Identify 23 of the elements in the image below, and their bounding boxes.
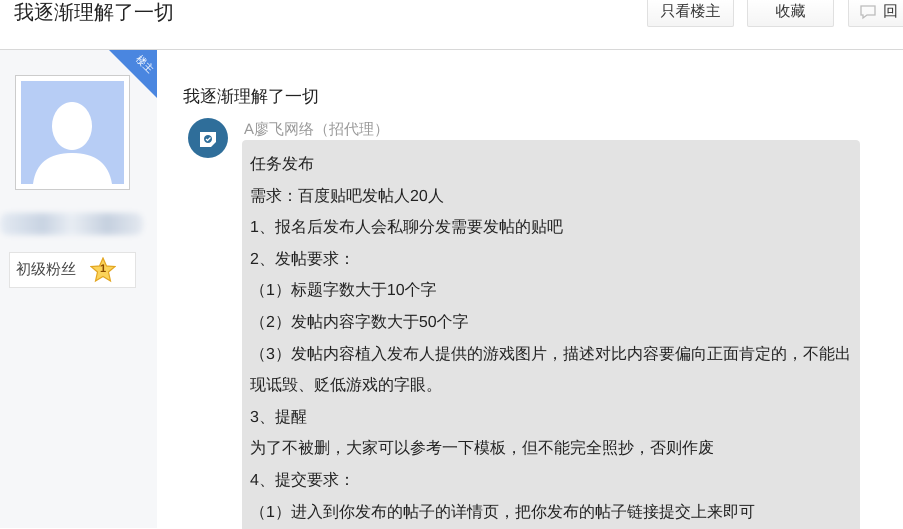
toolbar-button[interactable]: 只看楼主 bbox=[647, 0, 734, 27]
sender-name: A廖飞网络（招代理） bbox=[244, 120, 390, 140]
level-star-icon: 1 bbox=[90, 257, 116, 283]
thread-title: 我逐渐理解了一切 bbox=[14, 1, 174, 26]
message-line: 需求：百度贴吧发帖人20人 bbox=[250, 186, 445, 207]
message-line: 3、提醒 bbox=[250, 408, 308, 428]
message-line: （2）发帖内容字数大于50个字 bbox=[250, 312, 470, 333]
sender-avatar-icon[interactable] bbox=[188, 118, 228, 158]
message-line: 1、报名后发布人会私聊分发需要发帖的贴吧 bbox=[250, 218, 564, 238]
user-silhouette-icon bbox=[21, 81, 124, 184]
level-name: 初级粉丝 bbox=[16, 260, 76, 280]
toolbar-button[interactable]: 收藏 bbox=[747, 0, 834, 27]
owner-ribbon: 楼主 bbox=[109, 50, 157, 98]
message-line: （1）标题字数大于10个字 bbox=[250, 280, 438, 302]
message-line: （3）发帖内容植入发布人提供的游戏图片，描述对比内容要偏向正面肯定的，不能出现诋毁、贬低游戏的字眼。 bbox=[250, 344, 852, 396]
reply-button[interactable]: 回 bbox=[848, 0, 903, 27]
message-line: 2、发帖要求： bbox=[250, 250, 356, 270]
post-text: 我逐渐理解了一切 bbox=[183, 86, 320, 108]
message-line: （1）进入到你发布的帖子的详情页，把你发布的帖子链接提交上来即可 bbox=[250, 502, 756, 523]
message-line: 为了不被删，大家可以参考一下模板，但不能完全照抄，否则作废 bbox=[250, 438, 715, 460]
message-line: 4、提交要求： bbox=[250, 470, 356, 491]
comment-icon bbox=[859, 4, 877, 20]
message-line: 任务发布 bbox=[250, 155, 315, 175]
